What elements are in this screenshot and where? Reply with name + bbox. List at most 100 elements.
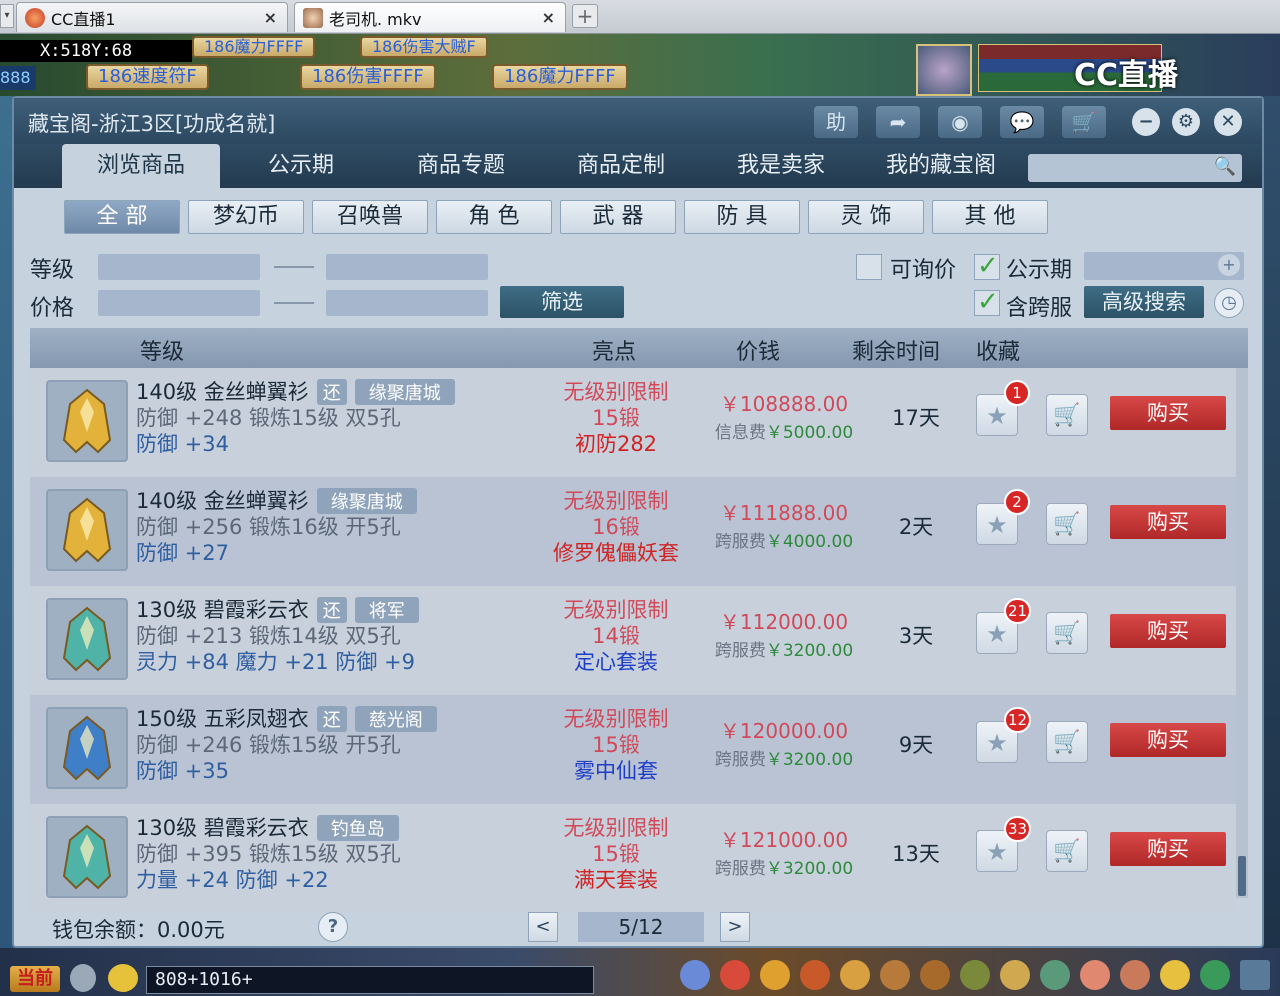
tab-public[interactable]: 公示期: [222, 144, 380, 188]
character-portrait[interactable]: [916, 44, 972, 96]
category-other[interactable]: 其 他: [932, 200, 1048, 234]
pet-icon[interactable]: [880, 960, 910, 990]
chat-channel-button[interactable]: 当前: [10, 966, 60, 992]
category-weapons[interactable]: 武 器: [560, 200, 676, 234]
give-icon[interactable]: [760, 960, 790, 990]
buy-button[interactable]: 购买: [1110, 505, 1226, 539]
plus-icon[interactable]: +: [1218, 254, 1240, 276]
cross-server-checkbox[interactable]: ✓: [974, 287, 1000, 317]
attack-icon[interactable]: [680, 960, 710, 990]
buy-button[interactable]: 购买: [1110, 723, 1226, 757]
browser-tab-video[interactable]: 老司机. mkv ×: [294, 2, 566, 32]
next-page-button[interactable]: >: [720, 912, 750, 942]
category-pets[interactable]: 召唤兽: [312, 200, 428, 234]
category-armor[interactable]: 防 具: [684, 200, 800, 234]
task-icon[interactable]: [920, 960, 950, 990]
system-icon[interactable]: [1200, 960, 1230, 990]
public-period-select[interactable]: +: [1084, 252, 1244, 280]
fee-label: 信息费: [714, 423, 766, 443]
add-to-cart-button[interactable]: 🛒: [1046, 394, 1088, 436]
price-min-input[interactable]: [98, 290, 260, 316]
search-input[interactable]: 🔍: [1028, 154, 1242, 182]
table-row[interactable]: 150级 五彩凤翅衣还慈光阁 防御 +246 锻炼15级 开5孔 防御 +35 …: [30, 695, 1236, 804]
buy-button[interactable]: 购买: [1110, 832, 1226, 866]
filter-button[interactable]: 筛选: [500, 286, 624, 318]
table-row[interactable]: 130级 碧霞彩云衣还将军 防御 +213 锻炼14级 双5孔 灵力 +84 魔…: [30, 586, 1236, 695]
category-currency[interactable]: 梦幻币: [188, 200, 304, 234]
hand-icon[interactable]: [1120, 960, 1150, 990]
item-image[interactable]: [46, 816, 128, 898]
record-button[interactable]: ◉: [938, 106, 982, 138]
trade-icon[interactable]: [800, 960, 830, 990]
star-icon: ★: [986, 511, 1008, 539]
settings-button[interactable]: ⚙: [1172, 108, 1200, 136]
stall-tag[interactable]: 186魔力FFFF: [492, 64, 628, 90]
scrollbar-thumb[interactable]: [1238, 856, 1246, 896]
buy-button[interactable]: 购买: [1110, 396, 1226, 430]
level-max-input[interactable]: [326, 254, 488, 280]
tab-browse[interactable]: 浏览商品: [62, 144, 220, 188]
microphone-icon[interactable]: [70, 964, 96, 992]
team-icon[interactable]: [840, 960, 870, 990]
share-button[interactable]: ➦: [876, 106, 920, 138]
item-image[interactable]: [46, 598, 128, 680]
close-icon[interactable]: ×: [264, 8, 277, 27]
buy-button[interactable]: 购买: [1110, 614, 1226, 648]
stall-tag[interactable]: 186魔力FFFF: [192, 36, 316, 58]
category-roles[interactable]: 角 色: [436, 200, 552, 234]
tab-list-dropdown[interactable]: ▾: [0, 4, 14, 28]
add-to-cart-button[interactable]: 🛒: [1046, 612, 1088, 654]
fast-icon[interactable]: [1000, 960, 1030, 990]
close-button[interactable]: ✕: [1214, 108, 1242, 136]
item-name: 130级 碧霞彩云衣: [136, 598, 309, 622]
tab-seller[interactable]: 我是卖家: [702, 144, 860, 188]
category-all[interactable]: 全 部: [64, 200, 180, 234]
public-label: 公示期: [1006, 258, 1073, 283]
item-image[interactable]: [46, 489, 128, 571]
new-tab-button[interactable]: +: [572, 4, 598, 28]
cart-button[interactable]: 🛒: [1062, 106, 1106, 138]
chat-button[interactable]: 💬: [1000, 106, 1044, 138]
emoji-icon[interactable]: [108, 964, 138, 992]
fee-value: ￥3200.00: [765, 641, 854, 661]
browser-tab-cc[interactable]: CC直播1 ×: [16, 2, 288, 32]
inquiry-checkbox[interactable]: [856, 254, 882, 280]
stall-tag[interactable]: 186伤害FFFF: [300, 64, 436, 90]
tab-topics[interactable]: 商品专题: [382, 144, 540, 188]
add-to-cart-button[interactable]: 🛒: [1046, 503, 1088, 545]
reward-icon[interactable]: [1080, 960, 1110, 990]
table-row[interactable]: 140级 金丝蝉翼衫还缘聚唐城 防御 +248 锻炼15级 双5孔 防御 +34…: [30, 368, 1236, 477]
item-icon[interactable]: [720, 960, 750, 990]
search-icon[interactable]: 🔍: [1214, 156, 1236, 177]
category-accessories[interactable]: 灵 饰: [808, 200, 924, 234]
minimize-button[interactable]: −: [1132, 108, 1160, 136]
close-icon[interactable]: ×: [542, 8, 555, 27]
help-button[interactable]: 助: [814, 106, 858, 138]
level-min-input[interactable]: [98, 254, 260, 280]
cc-app-icon: [25, 7, 45, 28]
history-clock-icon[interactable]: ◷: [1214, 288, 1244, 318]
chat-input[interactable]: 808+1016+: [146, 966, 594, 994]
table-row[interactable]: 140级 金丝蝉翼衫 缘聚唐城 防御 +256 锻炼16级 开5孔 防御 +27 …: [30, 477, 1236, 586]
stall-tag[interactable]: 186速度符F: [86, 64, 209, 90]
item-image[interactable]: [46, 707, 128, 789]
tab-custom[interactable]: 商品定制: [542, 144, 700, 188]
computer-icon[interactable]: [1240, 960, 1270, 990]
item-name: 150级 五彩凤翅衣: [136, 707, 309, 731]
price-max-input[interactable]: [326, 290, 488, 316]
add-to-cart-button[interactable]: 🛒: [1046, 721, 1088, 763]
add-to-cart-button[interactable]: 🛒: [1046, 830, 1088, 872]
friend-icon[interactable]: [1040, 960, 1070, 990]
prev-page-button[interactable]: <: [528, 912, 558, 942]
advanced-search-button[interactable]: 高级搜索: [1084, 286, 1204, 318]
item-image[interactable]: [46, 380, 128, 462]
scrollbar[interactable]: [1236, 368, 1248, 898]
public-checkbox[interactable]: ✓: [974, 251, 1000, 281]
smile-icon[interactable]: [1160, 960, 1190, 990]
tab-my-pavilion[interactable]: 我的藏宝阁: [862, 144, 1020, 188]
table-row[interactable]: 130级 碧霞彩云衣 钓鱼岛 防御 +395 锻炼15级 双5孔 力量 +24 防…: [30, 804, 1236, 913]
fee-value: ￥5000.00: [765, 423, 854, 443]
stall-tag[interactable]: 186伤害大贼F: [360, 36, 488, 58]
gang-icon[interactable]: [960, 960, 990, 990]
help-icon[interactable]: ?: [318, 912, 348, 942]
